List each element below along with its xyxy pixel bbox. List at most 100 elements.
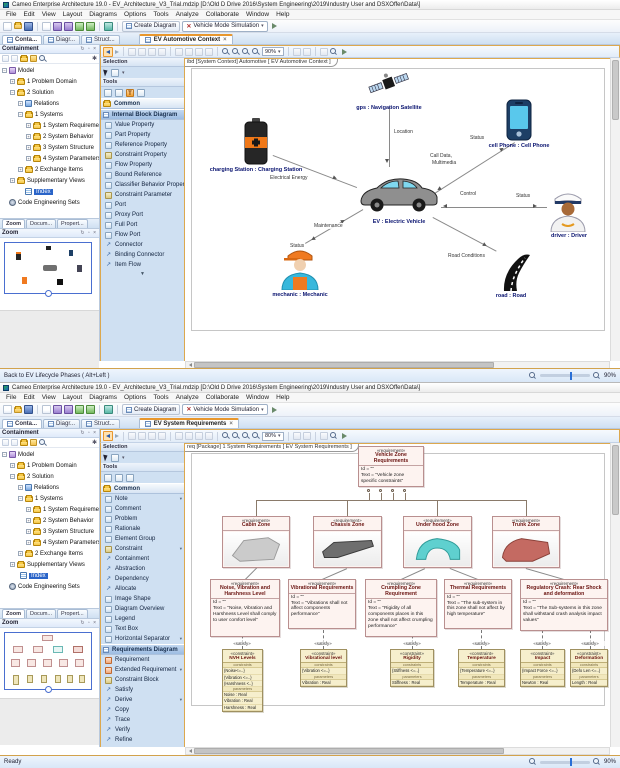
palette-item-note[interactable]: Note▾ bbox=[101, 494, 184, 504]
tree-item-solution[interactable]: −2 Solution bbox=[0, 471, 99, 482]
zoom-in-icon[interactable] bbox=[593, 758, 601, 766]
swimlane-tool-icon[interactable] bbox=[126, 474, 134, 482]
horizontal-scrollbar[interactable] bbox=[185, 747, 610, 755]
settings-gear-icon[interactable] bbox=[320, 432, 328, 440]
scrollbar-thumb[interactable] bbox=[194, 748, 504, 754]
req-thermal-requirements[interactable]: «requirement» Thermal Requirements Id = … bbox=[444, 579, 512, 629]
redo-icon[interactable] bbox=[86, 405, 95, 414]
zoom-fit-icon[interactable] bbox=[242, 432, 250, 440]
tree-item-system-parameters[interactable]: +4 System Parameters bbox=[0, 537, 99, 548]
text-style-icon[interactable] bbox=[175, 48, 183, 56]
palette-item-item-flow[interactable]: ↗Item Flow bbox=[101, 260, 184, 270]
tree-item-relations[interactable]: +Relations bbox=[0, 98, 99, 109]
tree-item-system-structure[interactable]: +3 System Structure bbox=[0, 142, 99, 153]
scroll-left-icon[interactable] bbox=[186, 748, 194, 754]
simulation-combo[interactable]: ✕ Vehicle Mode Simulation ▾ bbox=[182, 21, 267, 32]
align-icon[interactable] bbox=[195, 432, 203, 440]
palette-item-image-shape[interactable]: Image Shape bbox=[101, 594, 184, 604]
tree-item-system-requirements[interactable]: +1 System Requirements bbox=[0, 504, 99, 515]
palette-item-constraint[interactable]: Constraint▾ bbox=[101, 544, 184, 554]
palette-item-legend[interactable]: Legend bbox=[101, 614, 184, 624]
show-hide-icon[interactable] bbox=[303, 432, 311, 440]
constraint-vibrational-level[interactable]: «constraint» Vibrational level constrain… bbox=[300, 649, 347, 687]
palette-section-requirements[interactable]: Requirements Diagram bbox=[101, 644, 184, 655]
run-icon[interactable] bbox=[342, 433, 347, 439]
tree-item-problem-domain[interactable]: +1 Problem Domain bbox=[0, 460, 99, 471]
group-icon[interactable] bbox=[205, 48, 213, 56]
copy-icon[interactable] bbox=[64, 405, 73, 414]
close-icon[interactable]: × bbox=[229, 421, 233, 427]
palette-item-constraint-block[interactable]: Constraint Block bbox=[101, 675, 184, 685]
req-under-hood-zone[interactable]: «requirement» Under hood Zone bbox=[403, 516, 472, 568]
save-icon[interactable] bbox=[24, 22, 33, 31]
palette-item-allocate[interactable]: ↗Allocate bbox=[101, 584, 184, 594]
tree-item-supplementary-views[interactable]: +Supplementary Views bbox=[0, 175, 99, 186]
grid-icon[interactable] bbox=[293, 432, 301, 440]
cut-icon[interactable] bbox=[53, 22, 62, 31]
constraint-deformation[interactable]: «constraint» Deformation constraints {De… bbox=[570, 649, 608, 687]
align-icon[interactable] bbox=[195, 48, 203, 56]
cursor-icon[interactable] bbox=[103, 69, 109, 77]
palette-item-flow-property[interactable]: Flow Property bbox=[101, 160, 184, 170]
tab-documentation[interactable]: Docum... bbox=[26, 219, 56, 228]
palette-item-part-property[interactable]: Part Property bbox=[101, 130, 184, 140]
sticky-tool-icon[interactable] bbox=[104, 89, 112, 97]
show-diagrams-icon[interactable] bbox=[128, 432, 136, 440]
menu-collaborate[interactable]: Collaborate bbox=[206, 394, 239, 401]
menu-collaborate[interactable]: Collaborate bbox=[206, 11, 239, 18]
node-driver[interactable] bbox=[547, 186, 589, 237]
palette-item-connector[interactable]: ↗Connector bbox=[101, 240, 184, 250]
zoom-level-select[interactable]: 80%▾ bbox=[262, 432, 284, 441]
req-cabin-zone[interactable]: «requirement» Cabin Zone bbox=[222, 516, 290, 568]
undo-icon[interactable] bbox=[75, 405, 84, 414]
tree-item-relations[interactable]: +Relations bbox=[0, 482, 99, 493]
palette-item-derive[interactable]: ↗Derive▾ bbox=[101, 695, 184, 705]
favorites-icon[interactable] bbox=[30, 439, 37, 446]
search-icon[interactable] bbox=[39, 439, 47, 447]
palette-item-constraint-property[interactable]: Constraint Property bbox=[101, 150, 184, 160]
back-icon[interactable] bbox=[103, 47, 113, 57]
tree-item-model[interactable]: −Model bbox=[0, 449, 99, 460]
palette-item-containment[interactable]: ↗Containment bbox=[101, 554, 184, 564]
tree-item-supplementary-views[interactable]: +Supplementary Views bbox=[0, 559, 99, 570]
palette-item-bound-reference[interactable]: Bound Reference bbox=[101, 170, 184, 180]
tree-item-system-parameters[interactable]: +4 System Parameters bbox=[0, 153, 99, 164]
new-project-icon[interactable] bbox=[3, 22, 12, 31]
menu-options[interactable]: Options bbox=[124, 394, 146, 401]
new-package-icon[interactable] bbox=[20, 440, 28, 446]
diagram-canvas-context[interactable]: ibd [System Context] Automotive [ EV Aut… bbox=[185, 58, 610, 361]
create-diagram-button[interactable]: Create Diagram bbox=[122, 21, 180, 32]
tree-item-system-behavior[interactable]: +2 System Behavior bbox=[0, 131, 99, 142]
title-bar[interactable]: Cameo Enterprise Architecture 19.0 - EV_… bbox=[0, 383, 620, 393]
zoom-selection-icon[interactable] bbox=[252, 432, 260, 440]
vertical-scrollbar[interactable] bbox=[610, 58, 620, 361]
constraint-nvh-levels[interactable]: «constraint» NVH Levels constraints {Noi… bbox=[222, 649, 263, 712]
zoom-thumbnail[interactable] bbox=[4, 242, 92, 294]
run-simulation-icon[interactable] bbox=[272, 407, 277, 413]
palette-section-common[interactable]: Common bbox=[101, 483, 184, 494]
show-diagrams-icon[interactable] bbox=[128, 48, 136, 56]
copy-icon[interactable] bbox=[64, 22, 73, 31]
node-charging-station[interactable] bbox=[242, 117, 270, 170]
menu-analyze[interactable]: Analyze bbox=[176, 11, 199, 18]
close-icon[interactable]: × bbox=[223, 37, 227, 43]
palette-item-trace[interactable]: ↗Trace bbox=[101, 715, 184, 725]
menu-edit[interactable]: Edit bbox=[23, 394, 34, 401]
new-package-icon[interactable] bbox=[20, 56, 28, 62]
tab-properties[interactable]: Propert... bbox=[57, 219, 88, 228]
back-icon[interactable] bbox=[103, 431, 113, 441]
req-nvh-level[interactable]: «requirement» Noise, Vibration and Harsh… bbox=[210, 579, 280, 637]
menu-options[interactable]: Options bbox=[124, 11, 146, 18]
tree-item-code-engineering-sets[interactable]: Code Engineering Sets bbox=[0, 197, 99, 208]
constraint-temperature[interactable]: «constraint» Temperature constraints {Te… bbox=[458, 649, 505, 687]
constraint-rigidity[interactable]: «constraint» Rigidity constraints {Stiff… bbox=[390, 649, 434, 687]
line-style-icon[interactable] bbox=[185, 48, 193, 56]
collaborate-icon[interactable] bbox=[104, 405, 113, 414]
diagram-canvas-requirements[interactable]: req [Package] 1 System Requirements [ EV… bbox=[185, 443, 610, 747]
text-style-icon[interactable] bbox=[175, 432, 183, 440]
zoom-in-icon[interactable] bbox=[222, 432, 230, 440]
vertical-scrollbar[interactable] bbox=[610, 443, 620, 747]
magnet-tool-icon[interactable] bbox=[115, 89, 123, 97]
menu-help[interactable]: Help bbox=[276, 394, 289, 401]
palette-item-abstraction[interactable]: ↗Abstraction bbox=[101, 564, 184, 574]
